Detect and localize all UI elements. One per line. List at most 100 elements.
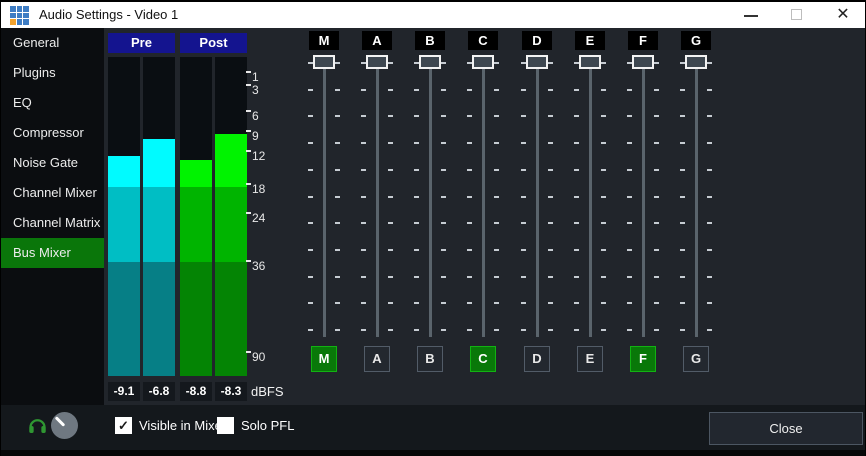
fader-handle-b[interactable] — [419, 55, 441, 69]
fader-tick — [361, 196, 366, 198]
fader-tick — [601, 115, 606, 117]
fader-handle-d[interactable] — [526, 55, 548, 69]
fader-tick — [388, 276, 393, 278]
meter-bar-post-2 — [215, 57, 247, 376]
meter-value-post-2: -8.3 — [215, 382, 247, 401]
meter-bar-post-1 — [180, 57, 212, 376]
bus-label-b: B — [415, 31, 445, 50]
fader-tick — [680, 89, 685, 91]
bus-select-button-m[interactable]: M — [311, 346, 337, 372]
fader-tick — [308, 249, 313, 251]
fader-track-b[interactable] — [429, 60, 432, 337]
bus-select-button-g[interactable]: G — [683, 346, 709, 372]
fader-handle-m[interactable] — [313, 55, 335, 69]
scale-tick — [246, 150, 251, 152]
meter-segment — [108, 187, 140, 262]
fader-tick — [441, 222, 446, 224]
fader-tick — [441, 329, 446, 331]
fader-tick — [574, 276, 579, 278]
fader-tick — [654, 89, 659, 91]
fader-track-m[interactable] — [323, 60, 326, 337]
sidebar-item-channel-mixer[interactable]: Channel Mixer — [1, 178, 104, 208]
bus-select-button-a[interactable]: A — [364, 346, 390, 372]
sidebar-item-eq[interactable]: EQ — [1, 88, 104, 118]
fader-track-d[interactable] — [536, 60, 539, 337]
sidebar-item-general[interactable]: General — [1, 28, 104, 58]
sidebar-item-noise-gate[interactable]: Noise Gate — [1, 148, 104, 178]
minimize-button[interactable] — [731, 2, 771, 28]
bus-select-button-c[interactable]: C — [470, 346, 496, 372]
fader-tick — [494, 89, 499, 91]
fader-tick — [574, 115, 579, 117]
fader-tick — [707, 302, 712, 304]
fader-tick — [494, 142, 499, 144]
sidebar-item-bus-mixer[interactable]: Bus Mixer — [1, 238, 104, 268]
meter-segment — [108, 262, 140, 376]
fader-tick — [707, 115, 712, 117]
fader-tick — [414, 302, 419, 304]
fader-tick — [601, 249, 606, 251]
meter-header-post[interactable]: Post — [180, 33, 247, 53]
fader-handle-c[interactable] — [472, 55, 494, 69]
fader-track-f[interactable] — [642, 60, 645, 337]
meter-segment — [215, 134, 247, 187]
fader-tick — [627, 249, 632, 251]
fader-track-g[interactable] — [695, 60, 698, 337]
fader-tick — [627, 302, 632, 304]
bus-select-button-e[interactable]: E — [577, 346, 603, 372]
fader-tick — [388, 115, 393, 117]
bus-label-f: F — [628, 31, 658, 50]
fader-tick — [548, 276, 553, 278]
fader-handle-a[interactable] — [366, 55, 388, 69]
fader-tick — [601, 276, 606, 278]
solo-pfl-checkbox[interactable]: Solo PFL — [217, 417, 294, 434]
close-button[interactable]: Close — [709, 412, 863, 445]
bus-select-button-b[interactable]: B — [417, 346, 443, 372]
meter-value-pre-1: -9.1 — [108, 382, 140, 401]
maximize-button[interactable] — [777, 2, 817, 28]
scale-label-1: 1 — [252, 70, 259, 84]
bus-select-button-d[interactable]: D — [524, 346, 550, 372]
fader-tick — [548, 62, 553, 64]
window-title: Audio Settings - Video 1 — [39, 2, 178, 28]
fader-handle-f[interactable] — [632, 55, 654, 69]
fader-tick — [441, 169, 446, 171]
scale-label-6: 6 — [252, 109, 259, 123]
fader-track-e[interactable] — [589, 60, 592, 337]
fader-tick — [441, 276, 446, 278]
fader-tick — [548, 249, 553, 251]
meter-header-pre[interactable]: Pre — [108, 33, 175, 53]
bus-select-button-f[interactable]: F — [630, 346, 656, 372]
bus-label-a: A — [362, 31, 392, 50]
fader-tick — [335, 62, 340, 64]
sidebar-item-compressor[interactable]: Compressor — [1, 118, 104, 148]
fader-tick — [494, 249, 499, 251]
fader-tick — [521, 169, 526, 171]
headphone-volume-knob[interactable] — [51, 412, 78, 439]
checkbox-icon: ✓ — [115, 417, 132, 434]
fader-tick — [308, 196, 313, 198]
fader-tick — [414, 169, 419, 171]
fader-tick — [601, 62, 606, 64]
fader-tick — [467, 169, 472, 171]
fader-track-a[interactable] — [376, 60, 379, 337]
fader-track-c[interactable] — [482, 60, 485, 337]
fader-tick — [707, 142, 712, 144]
fader-handle-e[interactable] — [579, 55, 601, 69]
meter-segment — [215, 262, 247, 376]
close-icon: ✕ — [823, 4, 863, 24]
sidebar-item-plugins[interactable]: Plugins — [1, 58, 104, 88]
fader-tick — [574, 302, 579, 304]
scale-tick — [246, 212, 251, 214]
visible-in-mixer-checkbox[interactable]: ✓ Visible in Mixer — [115, 417, 226, 434]
window-close-button[interactable]: ✕ — [823, 2, 863, 28]
app-logo-icon — [10, 6, 29, 25]
fader-tick — [574, 329, 579, 331]
fader-tick — [414, 276, 419, 278]
fader-tick — [654, 196, 659, 198]
fader-handle-g[interactable] — [685, 55, 707, 69]
fader-tick — [627, 222, 632, 224]
visible-in-mixer-label: Visible in Mixer — [139, 418, 226, 433]
fader-tick — [627, 276, 632, 278]
sidebar-item-channel-matrix[interactable]: Channel Matrix — [1, 208, 104, 238]
